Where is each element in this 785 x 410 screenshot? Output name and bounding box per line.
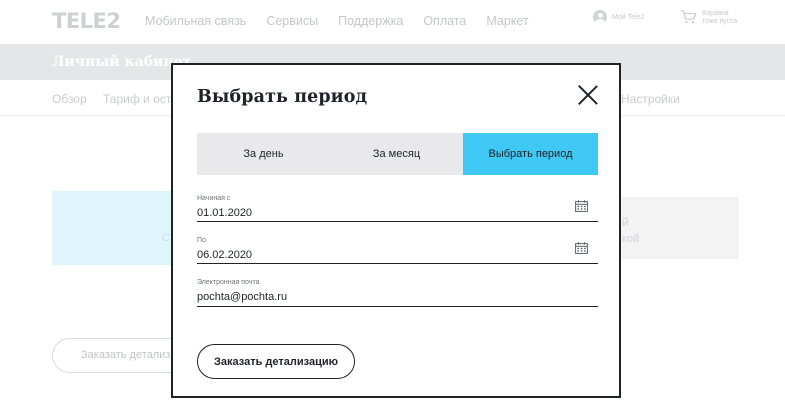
cart-status: тоже пуста	[702, 18, 738, 25]
tele2-logo[interactable]: TELE2	[52, 9, 121, 33]
end-date-field[interactable]: По	[197, 236, 598, 264]
start-date-input[interactable]	[197, 206, 557, 220]
subnav-item-overview[interactable]: Обзор	[52, 92, 87, 106]
subnav-item-settings[interactable]: Настройки	[621, 92, 680, 106]
email-input[interactable]	[197, 290, 557, 304]
modal-title: Выбрать период	[197, 87, 368, 107]
tab-month[interactable]: За месяц	[330, 133, 463, 175]
email-underline	[197, 305, 598, 307]
user-icon	[593, 10, 607, 24]
my-tele2-link[interactable]: Мой Tele2	[593, 10, 644, 24]
end-date-input[interactable]	[197, 248, 557, 262]
top-header: TELE2 Мобильная связь Сервисы Поддержка …	[0, 0, 785, 44]
nav-item-market[interactable]: Маркет	[486, 14, 528, 28]
close-icon[interactable]	[577, 84, 599, 106]
cart-label: Корзина	[702, 10, 729, 17]
email-field[interactable]: Электронная почта	[197, 278, 598, 307]
my-tele2-label: Мой Tele2	[612, 13, 645, 21]
calendar-icon[interactable]	[575, 200, 588, 212]
period-tabs: За день За месяц Выбрать период	[197, 133, 598, 175]
tab-select-period[interactable]: Выбрать период	[463, 133, 598, 175]
nav-item-mobile[interactable]: Мобильная связь	[145, 14, 246, 28]
bg-card-gray-text: кой	[622, 233, 640, 245]
bg-card-gray: й кой	[620, 197, 739, 259]
start-date-label: Начиная с	[197, 195, 231, 202]
tab-day[interactable]: За день	[197, 133, 330, 175]
bg-card-blue	[52, 191, 174, 265]
start-date-field[interactable]: Начиная с	[197, 194, 598, 222]
bg-card-gray-title: й	[622, 215, 629, 229]
email-label: Электронная почта	[197, 279, 260, 286]
cart-link[interactable]: Корзина тоже пуста	[680, 10, 737, 26]
end-date-label: По	[197, 237, 206, 244]
nav-item-payment[interactable]: Оплата	[423, 14, 466, 28]
order-details-button[interactable]: Заказать детализацию	[197, 344, 355, 379]
start-date-underline	[197, 220, 598, 222]
end-date-underline	[197, 262, 598, 264]
cart-icon	[681, 10, 697, 24]
calendar-icon[interactable]	[575, 242, 588, 254]
bg-card-blue-text: С	[162, 232, 170, 244]
main-nav: Мобильная связь Сервисы Поддержка Оплата…	[145, 14, 529, 28]
subnav-item-tariff[interactable]: Тариф и оста	[103, 92, 178, 106]
nav-item-services[interactable]: Сервисы	[266, 14, 318, 28]
select-period-modal: Выбрать период За день За месяц Выбрать …	[171, 63, 621, 398]
nav-item-support[interactable]: Поддержка	[338, 14, 403, 28]
